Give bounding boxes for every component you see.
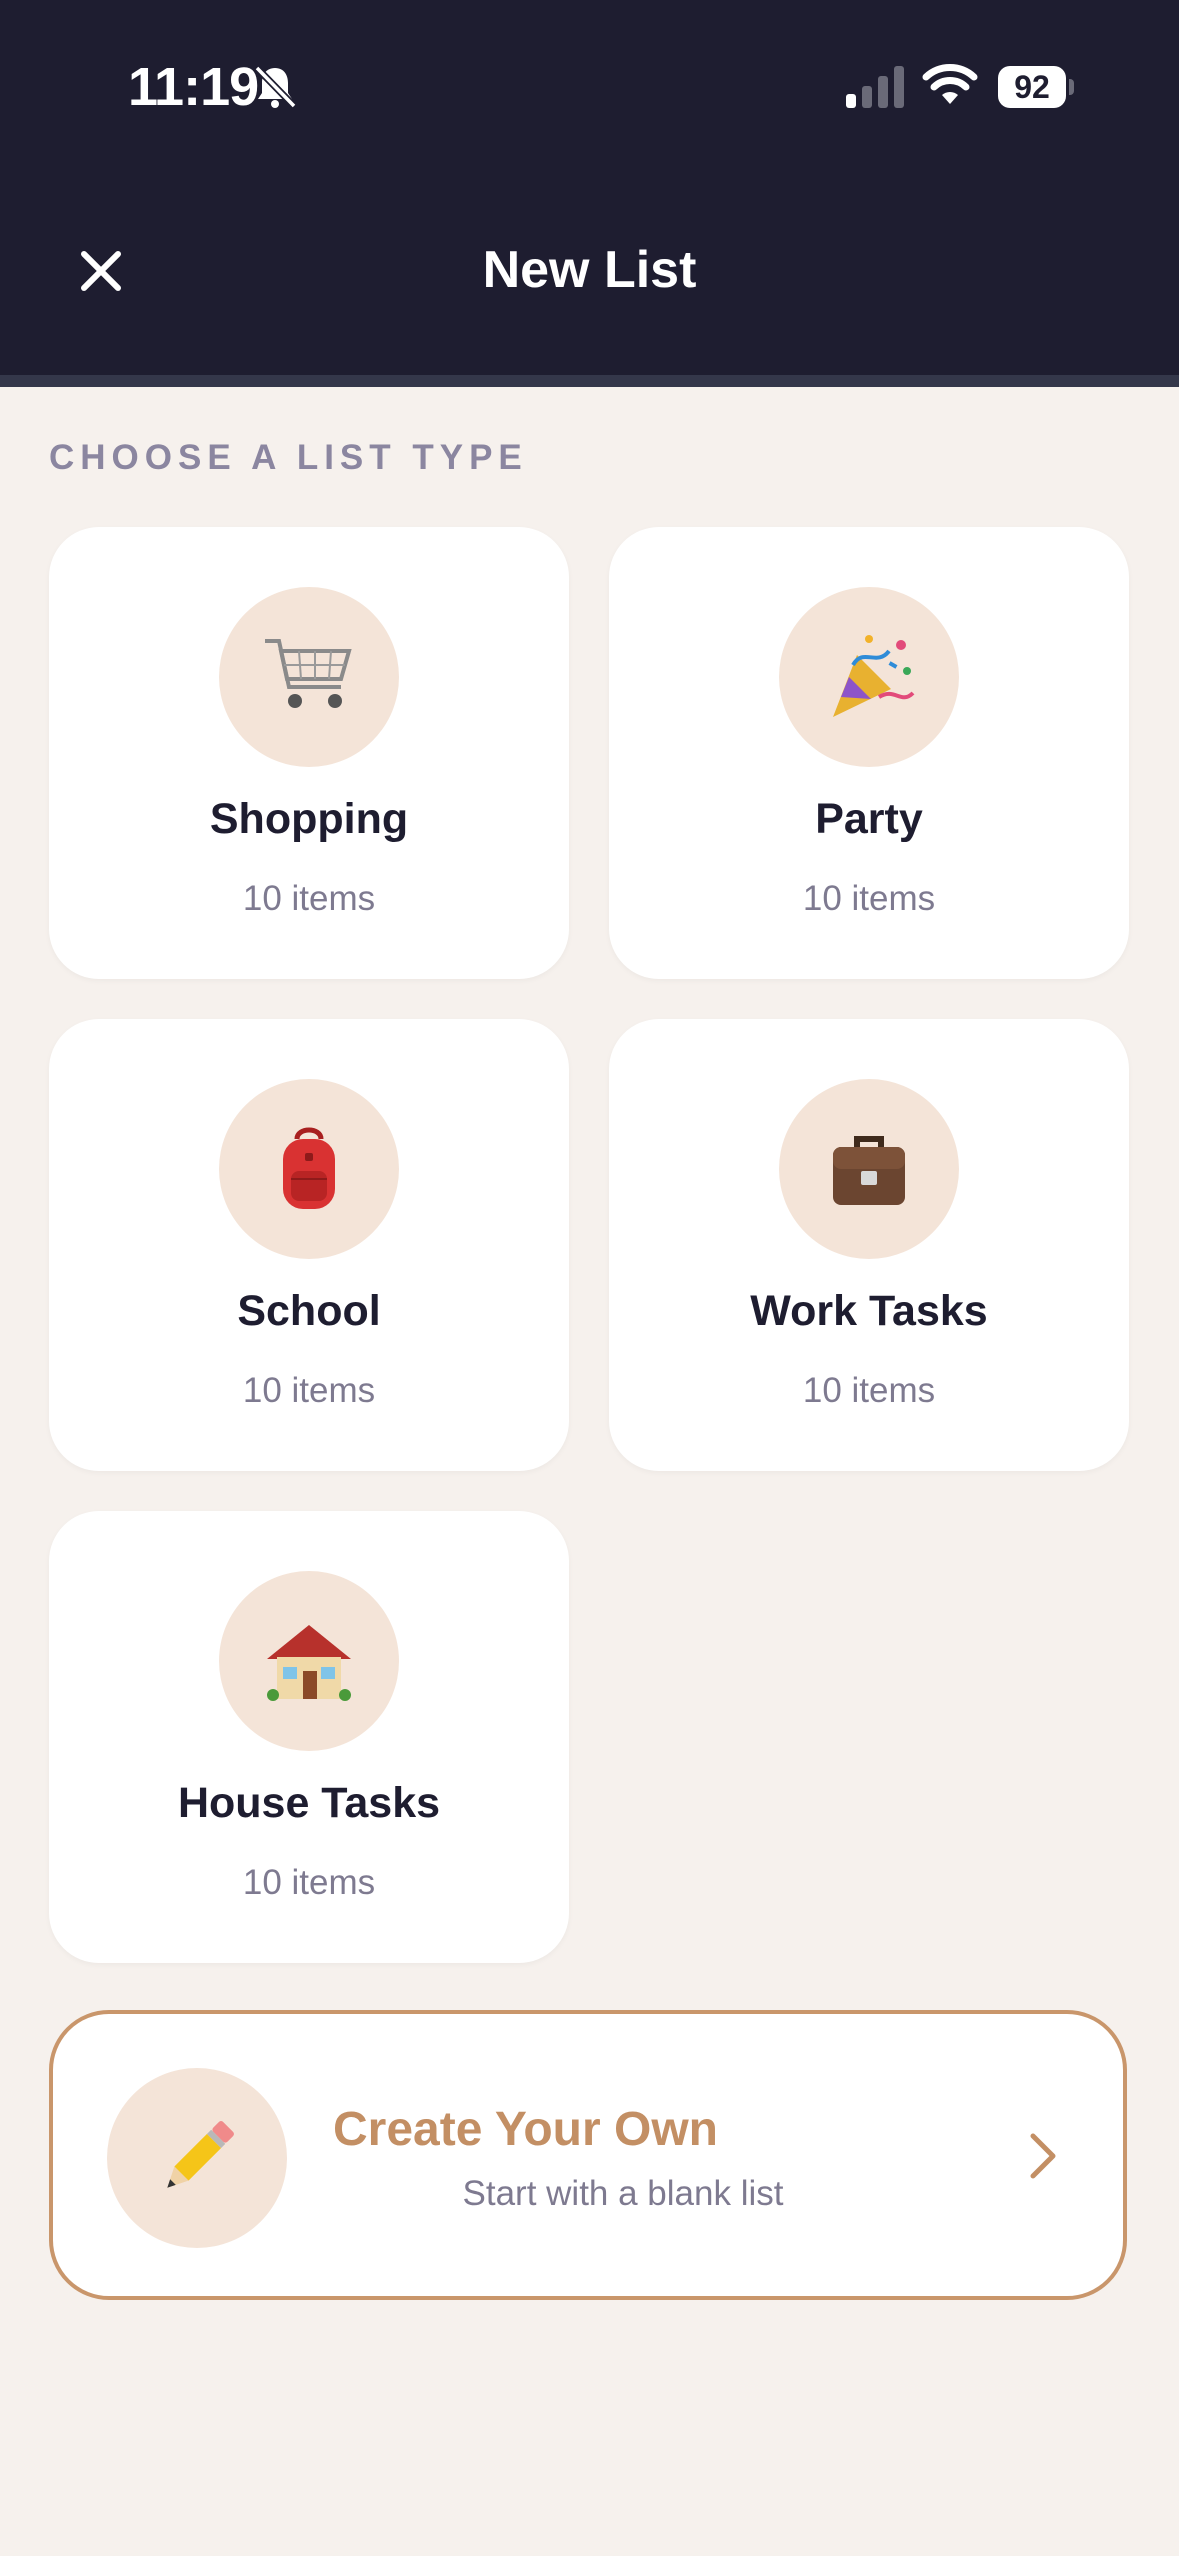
list-type-count: 10 items xyxy=(242,1863,376,1902)
create-your-own-button[interactable]: Create Your Own Start with a blank list xyxy=(49,2010,1127,2300)
briefcase-icon xyxy=(779,1079,959,1259)
list-type-card-shopping[interactable]: Shopping 10 items xyxy=(49,527,569,979)
bell-muted-icon xyxy=(254,65,297,109)
page-title: New List xyxy=(482,241,697,299)
list-type-card-house-tasks[interactable]: House Tasks 10 items xyxy=(49,1511,569,1963)
house-icon xyxy=(219,1571,399,1751)
status-time: 11:19 xyxy=(128,57,259,117)
list-type-name: House Tasks xyxy=(177,1779,441,1827)
list-type-count: 10 items xyxy=(802,879,936,918)
list-type-card-party[interactable]: Party 10 items xyxy=(609,527,1129,979)
header-divider xyxy=(0,375,1179,387)
backpack-icon xyxy=(219,1079,399,1259)
create-your-own-subtitle: Start with a blank list xyxy=(462,2174,784,2213)
list-type-card-school[interactable]: School 10 items xyxy=(49,1019,569,1471)
list-type-card-work-tasks[interactable]: Work Tasks 10 items xyxy=(609,1019,1129,1471)
battery-level: 92 xyxy=(998,66,1066,108)
battery-icon: 92 xyxy=(998,66,1074,108)
list-type-name: School xyxy=(237,1287,381,1335)
wifi-icon xyxy=(922,64,978,104)
list-type-name: Party xyxy=(815,795,923,843)
section-label: CHOOSE A LIST TYPE xyxy=(49,438,528,477)
list-type-count: 10 items xyxy=(802,1371,936,1410)
cellular-signal-icon xyxy=(846,66,904,108)
list-type-count: 10 items xyxy=(242,1371,376,1410)
party-popper-icon xyxy=(779,587,959,767)
pencil-icon xyxy=(107,2068,287,2248)
create-your-own-title: Create Your Own xyxy=(333,2103,718,2156)
list-type-name: Work Tasks xyxy=(750,1287,988,1335)
chevron-right-icon xyxy=(1030,2133,1056,2179)
list-type-count: 10 items xyxy=(242,879,376,918)
shopping-cart-icon xyxy=(219,587,399,767)
list-type-name: Shopping xyxy=(209,795,409,843)
